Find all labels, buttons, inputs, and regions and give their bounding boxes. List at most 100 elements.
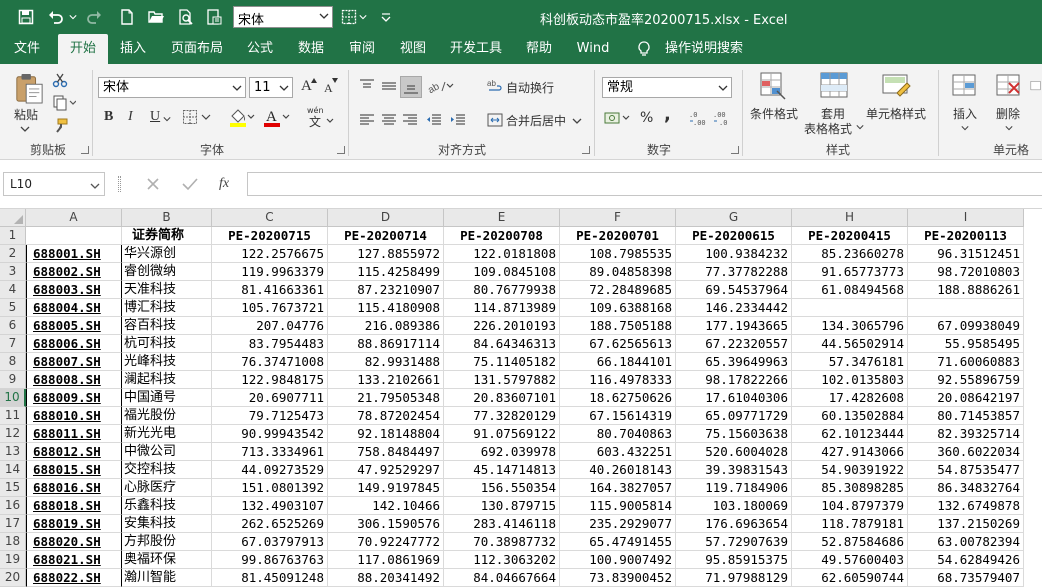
column-header-e[interactable]: E [444, 209, 560, 227]
column-header-d[interactable]: D [328, 209, 444, 227]
pe-value-cell[interactable]: 84.64346313 [444, 335, 560, 353]
pe-value-cell[interactable]: 109.6388168 [560, 299, 676, 317]
pe-value-cell[interactable]: 54.87535477 [908, 461, 1024, 479]
column-header-b[interactable]: B [122, 209, 212, 227]
pe-value-cell[interactable]: 104.8797379 [792, 497, 908, 515]
pe-value-cell[interactable]: 105.7673721 [212, 299, 328, 317]
stock-code-cell[interactable]: 688015.SH [26, 461, 122, 479]
formula-input[interactable] [247, 172, 1042, 196]
row-header-18[interactable]: 18 [0, 533, 26, 551]
percent-style-button[interactable]: % [640, 110, 653, 126]
pe-value-cell[interactable]: 603.432251 [560, 443, 676, 461]
insert-cells-label[interactable]: 插入 [953, 105, 977, 122]
align-bottom-icon[interactable] [400, 76, 422, 98]
pe-value-cell[interactable]: 73.83900452 [560, 569, 676, 587]
merge-center-label[interactable]: 合并后居中 [506, 112, 566, 129]
pe-value-cell[interactable]: 91.65773773 [792, 263, 908, 281]
pe-value-cell[interactable]: 18.62750626 [560, 389, 676, 407]
pe-value-cell[interactable]: 216.089386 [328, 317, 444, 335]
pe-value-cell[interactable]: 82.39325714 [908, 425, 1024, 443]
pe-value-cell[interactable]: 112.3063202 [444, 551, 560, 569]
stock-name-cell[interactable]: 福光股份 [122, 407, 212, 425]
open-folder-icon[interactable] [146, 7, 166, 27]
pe-value-cell[interactable]: 80.7040863 [560, 425, 676, 443]
pe-value-cell[interactable]: 20.08642197 [908, 389, 1024, 407]
wrap-text-icon[interactable]: ab [485, 76, 505, 96]
row-header-14[interactable]: 14 [0, 461, 26, 479]
worksheet-grid[interactable]: A B C D E F G H I 1 证券简称 PE-20200715 PE-20200714 PE-2… [0, 209, 1042, 588]
pe-value-cell[interactable]: 80.71453857 [908, 407, 1024, 425]
stock-name-cell[interactable]: 交控科技 [122, 461, 212, 479]
pe-value-cell[interactable]: 132.4903107 [212, 497, 328, 515]
pe-value-cell[interactable]: 45.14714813 [444, 461, 560, 479]
align-center-icon[interactable] [379, 110, 399, 130]
stock-name-cell[interactable]: 奥福环保 [122, 551, 212, 569]
pe-value-cell[interactable]: 127.8855972 [328, 245, 444, 263]
pe-value-cell[interactable]: 77.37782288 [676, 263, 792, 281]
stock-code-cell[interactable]: 688007.SH [26, 353, 122, 371]
format-as-table-icon[interactable] [818, 70, 850, 102]
pe-value-cell[interactable]: 122.9848175 [212, 371, 328, 389]
tab-review[interactable]: 审阅 [341, 34, 383, 64]
pe-value-cell[interactable]: 44.56502914 [792, 335, 908, 353]
column-header-g[interactable]: G [676, 209, 792, 227]
pe-value-cell[interactable]: 67.15614319 [560, 407, 676, 425]
pe-value-cell[interactable]: 72.28489685 [560, 281, 676, 299]
pe-value-cell[interactable]: 54.90391922 [792, 461, 908, 479]
pe-value-cell[interactable]: 17.61040306 [676, 389, 792, 407]
save-icon[interactable] [16, 7, 36, 27]
tell-me-search[interactable]: 操作说明搜索 [656, 34, 752, 64]
row-header-4[interactable]: 4 [0, 281, 26, 299]
tab-data[interactable]: 数据 [290, 34, 332, 64]
row-header-13[interactable]: 13 [0, 443, 26, 461]
pe-value-cell[interactable]: 66.1844101 [560, 353, 676, 371]
header-cell[interactable] [26, 227, 122, 245]
name-box[interactable]: L10 [3, 172, 105, 196]
pe-value-cell[interactable]: 520.6004028 [676, 443, 792, 461]
row-header-6[interactable]: 6 [0, 317, 26, 335]
new-file-icon[interactable] [117, 7, 137, 27]
stock-name-cell[interactable]: 杭可科技 [122, 335, 212, 353]
pe-value-cell[interactable]: 114.8713989 [444, 299, 560, 317]
stock-code-cell[interactable]: 688010.SH [26, 407, 122, 425]
pe-value-cell[interactable]: 90.99943542 [212, 425, 328, 443]
insert-dropdown-icon[interactable] [961, 124, 969, 132]
pe-value-cell[interactable]: 85.23660278 [792, 245, 908, 263]
pe-value-cell[interactable]: 119.9963379 [212, 263, 328, 281]
pe-value-cell[interactable]: 70.38987732 [444, 533, 560, 551]
header-cell[interactable]: PE-20200415 [792, 227, 908, 245]
increase-decimal-icon[interactable]: .0.00 [688, 108, 708, 128]
pe-value-cell[interactable]: 77.32820129 [444, 407, 560, 425]
row-header-11[interactable]: 11 [0, 407, 26, 425]
tab-page-layout[interactable]: 页面布局 [165, 34, 229, 64]
row-header-15[interactable]: 15 [0, 479, 26, 497]
align-top-icon[interactable] [357, 76, 377, 96]
stock-code-cell[interactable]: 688022.SH [26, 569, 122, 587]
pe-value-cell[interactable]: 63.00782394 [908, 533, 1024, 551]
pe-value-cell[interactable]: 758.8484497 [328, 443, 444, 461]
stock-code-cell[interactable]: 688021.SH [26, 551, 122, 569]
row-header-2[interactable]: 2 [0, 245, 26, 263]
pe-value-cell[interactable]: 130.879715 [444, 497, 560, 515]
stock-code-cell[interactable]: 688003.SH [26, 281, 122, 299]
row-header-1[interactable]: 1 [0, 227, 26, 245]
pe-value-cell[interactable]: 87.23210907 [328, 281, 444, 299]
stock-code-cell[interactable]: 688004.SH [26, 299, 122, 317]
pe-value-cell[interactable]: 86.34832764 [908, 479, 1024, 497]
pe-value-cell[interactable]: 122.2576675 [212, 245, 328, 263]
pe-value-cell[interactable]: 54.62849426 [908, 551, 1024, 569]
stock-code-cell[interactable]: 688020.SH [26, 533, 122, 551]
pe-value-cell[interactable]: 76.37471008 [212, 353, 328, 371]
row-header-8[interactable]: 8 [0, 353, 26, 371]
tab-help[interactable]: 帮助 [518, 34, 560, 64]
stock-name-cell[interactable]: 中国通号 [122, 389, 212, 407]
redo-icon[interactable] [84, 7, 104, 27]
stock-name-cell[interactable]: 睿创微纳 [122, 263, 212, 281]
number-launcher-icon[interactable] [731, 146, 739, 154]
stock-name-cell[interactable]: 天准科技 [122, 281, 212, 299]
header-cell[interactable]: PE-20200714 [328, 227, 444, 245]
pe-value-cell[interactable]: 116.4978333 [560, 371, 676, 389]
stock-code-cell[interactable]: 688008.SH [26, 371, 122, 389]
formula-bar-grip[interactable] [118, 176, 121, 192]
copy-icon[interactable] [50, 93, 78, 113]
